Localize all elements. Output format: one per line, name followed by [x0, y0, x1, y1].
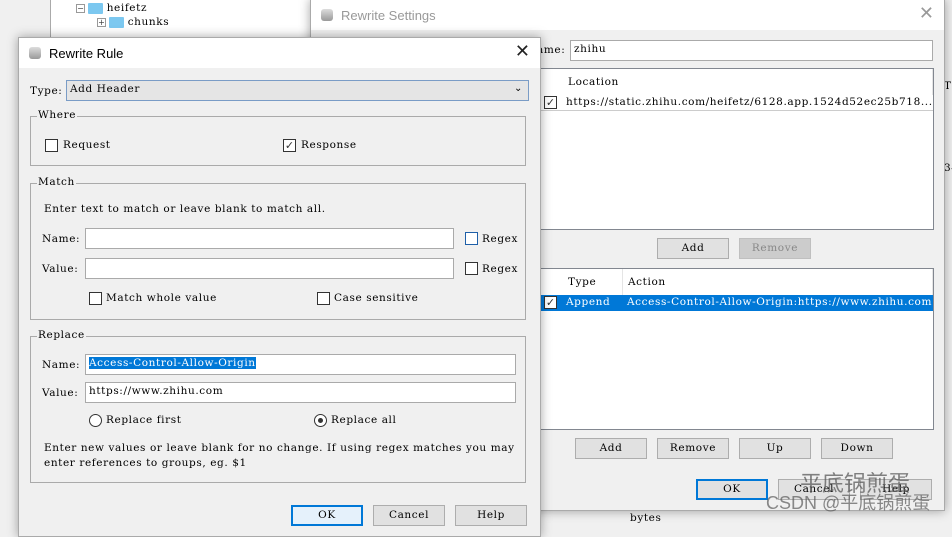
where-group: Where Request ✓ Response [30, 109, 526, 166]
add-location-button[interactable]: Add [657, 238, 729, 259]
where-legend: Where [37, 109, 78, 121]
value-regex-label: Regex [482, 263, 518, 275]
expand-icon[interactable]: + [97, 17, 106, 27]
name-regex-label: Regex [482, 233, 518, 245]
replace-legend: Replace [37, 329, 86, 341]
match-hint: Enter text to match or leave blank to ma… [44, 203, 326, 215]
down-button[interactable]: Down [821, 438, 893, 459]
remove-rule-button[interactable]: Remove [657, 438, 729, 459]
dialog-title: Rewrite Rule [49, 46, 124, 61]
match-legend: Match [37, 176, 76, 188]
rule-enabled-checkbox[interactable]: ✓ [544, 296, 557, 309]
cancel-button[interactable]: Cancel [373, 505, 445, 526]
folder-icon [109, 16, 125, 28]
name-regex-checkbox[interactable] [465, 232, 478, 245]
response-label: Response [301, 139, 357, 151]
match-value-input[interactable] [85, 258, 454, 279]
rewrite-rule-dialog: Rewrite Rule ✕ Type: Add Header ⌄ Where … [18, 37, 541, 537]
up-button[interactable]: Up [739, 438, 811, 459]
file-tree: − heifetz + chunks [50, 0, 312, 40]
tree-item-heifetz[interactable]: − heifetz [76, 2, 147, 14]
match-value-label: Value: [42, 263, 79, 275]
remove-location-button[interactable]: Remove [739, 238, 811, 259]
case-sensitive-checkbox[interactable] [317, 292, 330, 305]
location-column-header[interactable]: Location [563, 69, 933, 95]
table-row[interactable]: ✓ https://static.zhihu.com/heifetz/6128.… [540, 95, 933, 111]
table-row[interactable]: ✓ Append Access-Control-Allow-Origin:htt… [540, 295, 933, 311]
replace-name-value: Access-Control-Allow-Origin [89, 357, 256, 369]
background-text: 34 [944, 162, 952, 174]
help-button[interactable]: Help [455, 505, 527, 526]
action-column-header[interactable]: Action [623, 269, 933, 295]
location-cell: https://static.zhihu.com/heifetz/6128.ap… [566, 96, 933, 108]
replace-value-input[interactable]: https://www.zhihu.com [85, 382, 516, 403]
action-cell: Access-Control-Allow-Origin:https://www.… [627, 296, 933, 308]
match-group: Match Enter text to match or leave blank… [30, 176, 526, 320]
type-cell: Append [566, 296, 611, 308]
case-sensitive-label: Case sensitive [334, 292, 419, 304]
rules-table: Type Action ✓ Append Access-Control-Allo… [539, 268, 934, 430]
ok-button[interactable]: OK [696, 479, 768, 500]
ok-button[interactable]: OK [291, 505, 363, 526]
replace-group: Replace Name: Access-Control-Allow-Origi… [30, 329, 526, 483]
folder-icon [88, 2, 104, 14]
request-label: Request [63, 139, 111, 151]
type-value: Add Header [70, 83, 140, 95]
tree-item-chunks[interactable]: + chunks [97, 16, 169, 28]
window-title: Rewrite Settings [341, 8, 436, 23]
name-label: ame: [537, 44, 566, 56]
replace-value-label: Value: [42, 387, 79, 399]
replace-first-radio[interactable] [89, 414, 102, 427]
collapse-icon[interactable]: − [76, 3, 85, 13]
close-icon[interactable]: ✕ [919, 5, 934, 23]
type-column-header[interactable]: Type [563, 269, 623, 295]
locations-table: Location ✓ https://static.zhihu.com/heif… [539, 68, 934, 230]
app-icon [321, 9, 333, 21]
app-icon [29, 47, 41, 59]
replace-name-label: Name: [42, 359, 81, 371]
location-enabled-checkbox[interactable]: ✓ [544, 96, 557, 109]
type-label: Type: [30, 85, 63, 97]
type-select[interactable]: Add Header ⌄ [66, 80, 529, 101]
replace-hint: enter references to groups, eg. $1 [44, 457, 247, 469]
replace-first-label: Replace first [106, 414, 182, 426]
chevron-down-icon: ⌄ [514, 83, 523, 94]
background-text: bytes [630, 512, 662, 524]
match-name-label: Name: [42, 233, 81, 245]
match-whole-value-checkbox[interactable] [89, 292, 102, 305]
set-name-input[interactable]: zhihu [570, 40, 933, 61]
match-name-input[interactable] [85, 228, 454, 249]
close-icon[interactable]: ✕ [515, 43, 530, 61]
request-checkbox[interactable] [45, 139, 58, 152]
replace-name-input[interactable]: Access-Control-Allow-Origin [85, 354, 516, 375]
add-rule-button[interactable]: Add [575, 438, 647, 459]
replace-hint: Enter new values or leave blank for no c… [44, 442, 515, 454]
value-regex-checkbox[interactable] [465, 262, 478, 275]
response-checkbox[interactable]: ✓ [283, 139, 296, 152]
watermark: CSDN @平底锅煎蛋 [766, 493, 931, 513]
replace-all-label: Replace all [331, 414, 397, 426]
match-whole-value-label: Match whole value [106, 292, 217, 304]
replace-all-radio[interactable] [314, 414, 327, 427]
background-text: Ti [944, 80, 952, 92]
